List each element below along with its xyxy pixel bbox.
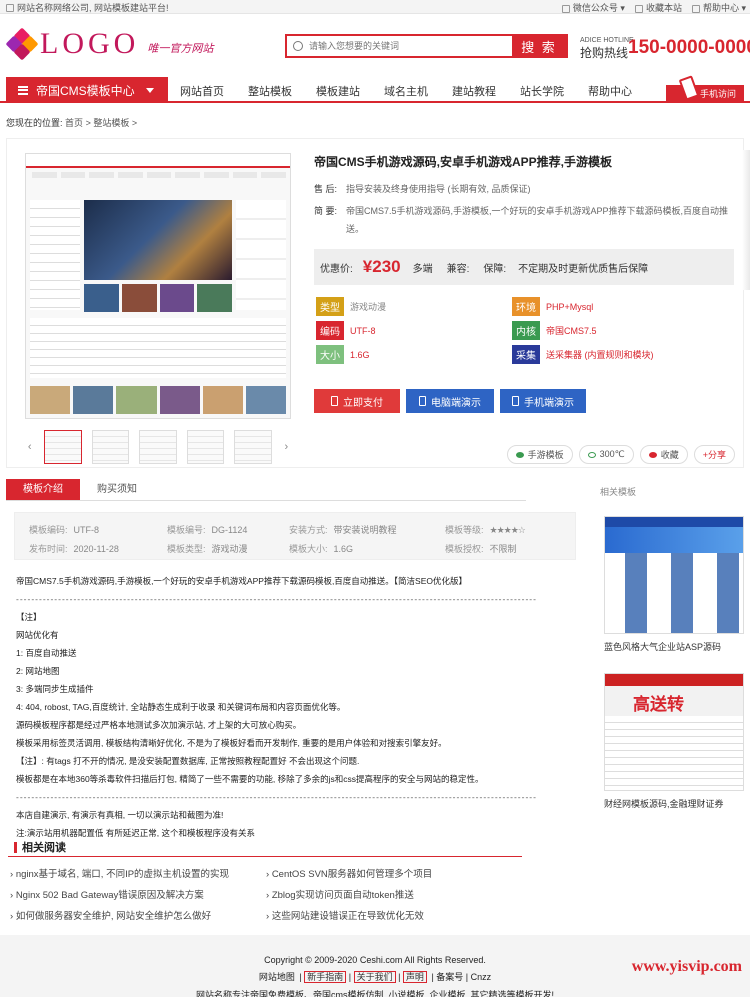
product-title: 帝国CMS手机游戏源码,安卓手机游戏APP推荐,手游模板 bbox=[314, 155, 613, 169]
footer-link-map[interactable]: 网站地图 bbox=[257, 972, 297, 982]
help-icon bbox=[691, 4, 700, 13]
list-item[interactable]: › CentOS SVN服务器如何管理多个项目 bbox=[266, 866, 432, 880]
share-bar: 手游模板 300℃ 收藏 +分享 bbox=[506, 445, 735, 464]
monitor-icon bbox=[419, 396, 426, 406]
logo[interactable]: LOGO 唯一官方网站 bbox=[5, 27, 214, 61]
banner-text: 高送转 bbox=[633, 695, 684, 714]
price-box: 优惠价: ¥230 多端 兼容: 保障: 不定期及时更新优质售后保障 bbox=[314, 249, 734, 285]
footer-link-statement[interactable]: 声明 bbox=[402, 971, 427, 983]
watermark: www.yisvip.com bbox=[631, 958, 742, 975]
search-bar: 搜 索 bbox=[285, 34, 568, 58]
list-item[interactable]: › Nginx 502 Bad Gateway错误原因及解决方案 bbox=[10, 887, 204, 901]
caret-down-icon bbox=[146, 88, 154, 93]
nav-item-templates[interactable]: 整站模板 bbox=[248, 83, 292, 99]
pc-demo-button[interactable]: 电脑端演示 bbox=[406, 389, 494, 413]
cart-icon bbox=[331, 396, 338, 406]
favorite-link[interactable]: 收藏本站 bbox=[634, 1, 682, 14]
share-pill[interactable]: +分享 bbox=[693, 445, 735, 464]
rating-stars: ★★★★☆ bbox=[489, 525, 526, 535]
related-card-title: 财经网模板源码,金融理财证券 bbox=[604, 799, 724, 809]
heart-icon bbox=[648, 451, 657, 458]
thumbnail[interactable] bbox=[186, 430, 225, 464]
list-item[interactable]: › 这些网站建设错误正在导致优化无效 bbox=[266, 908, 424, 922]
logo-text: LOGO bbox=[40, 27, 140, 60]
logo-slogan: 唯一官方网站 bbox=[147, 43, 214, 55]
mobile-demo-button[interactable]: 手机端演示 bbox=[500, 389, 586, 413]
price: ¥230 bbox=[362, 257, 401, 276]
nav-item-academy[interactable]: 站长学院 bbox=[520, 83, 564, 99]
nav-item-home[interactable]: 网站首页 bbox=[180, 83, 224, 99]
footer-icp: | 备案号 | Cnzz bbox=[431, 972, 492, 982]
top-welcome: 网站名称网络公司, 网站模板建站平台! bbox=[17, 3, 169, 13]
thumbnail[interactable] bbox=[44, 430, 82, 464]
template-description: 帝国CMS7.5手机游戏源码,手游模板,一个好玩的安卓手机游戏APP推荐下载源码… bbox=[16, 576, 537, 838]
thumbnail[interactable] bbox=[91, 430, 130, 464]
side-scroll-shadow bbox=[742, 150, 750, 290]
service-value: 指导安装及终身使用指导 (长期有效, 品质保证) bbox=[346, 184, 531, 194]
search-button[interactable]: 搜 索 bbox=[512, 36, 566, 56]
list-item[interactable]: › Zblog实现访问页面自动token推送 bbox=[266, 887, 414, 901]
thumbnail[interactable] bbox=[139, 430, 177, 464]
search-input[interactable] bbox=[287, 36, 512, 56]
template-meta: 模板编码: UTF-8 模板编号: DG-1124 安装方式: 带安装说明教程 模板等… bbox=[14, 512, 576, 560]
action-buttons: 立即支付 电脑端演示 手机端演示 bbox=[314, 389, 586, 413]
tab-notice[interactable]: 购买须知 bbox=[80, 479, 154, 500]
site-header: LOGO 唯一官方网站 搜 索 ADICE HOTLINE 抢购热线 150-0… bbox=[0, 15, 750, 75]
related-templates-heading: 相关模板 bbox=[600, 487, 637, 497]
favorite-pill[interactable]: 收藏 bbox=[639, 445, 688, 464]
guarantee-value: 不定期及时更新优质售后保障 bbox=[518, 263, 649, 275]
menu-icon bbox=[18, 85, 28, 95]
heart-icon bbox=[634, 4, 643, 13]
footer-link-about[interactable]: 关于我们 bbox=[353, 971, 396, 983]
views-pill: 300℃ bbox=[578, 445, 634, 464]
thumbnail-strip: ‹ › bbox=[25, 429, 291, 465]
footer-note: 网站名称专注帝国免费模板、帝国cms模板仿制, 小说模板, 企业模板, 其它精选… bbox=[195, 990, 554, 997]
chevron-right-icon[interactable]: › bbox=[282, 441, 291, 453]
product-info: 帝国CMS手机游戏源码,安卓手机游戏APP推荐,手游模板 售 后: 指导安装及终身… bbox=[314, 153, 734, 238]
hotline-number: 150-0000-0000 bbox=[628, 37, 750, 58]
product-preview-image[interactable] bbox=[25, 153, 291, 419]
eye-icon bbox=[587, 451, 596, 458]
main-nav: 帝国CMS模板中心 网站首页 整站模板 模板建站 域名主机 建站教程 站长学院 … bbox=[0, 75, 750, 103]
related-card[interactable]: 蓝色风格大气企业站ASP源码 bbox=[604, 516, 744, 653]
breadcrumb-home[interactable]: 首页 bbox=[65, 118, 83, 128]
category-dropdown[interactable]: 帝国CMS模板中心 bbox=[6, 77, 168, 103]
related-card-image bbox=[604, 516, 744, 634]
help-link[interactable]: 帮助中心 ▾ bbox=[691, 1, 746, 14]
tag-pill[interactable]: 手游模板 bbox=[506, 445, 573, 464]
summary-value: 帝国CMS7.5手机游戏源码,手游模板,一个好玩的安卓手机游戏APP推荐下载源码… bbox=[346, 206, 729, 234]
related-card-image: 高送转 bbox=[604, 673, 744, 791]
search-icon bbox=[293, 41, 303, 51]
tab-intro[interactable]: 模板介绍 bbox=[6, 479, 80, 500]
thumbnail[interactable] bbox=[234, 430, 272, 464]
list-item[interactable]: › 如何做服务器安全维护, 网站安全维护怎么做好 bbox=[10, 908, 211, 922]
list-item[interactable]: › nginx基于域名, 端口, 不同IP的虚拟主机设置的实现 bbox=[10, 866, 229, 880]
related-card-title: 蓝色风格大气企业站ASP源码 bbox=[604, 642, 722, 652]
site-icon bbox=[6, 3, 14, 12]
hotline: ADICE HOTLINE 抢购热线 150-0000-0000 bbox=[580, 37, 750, 61]
mobile-icon bbox=[512, 396, 519, 406]
breadcrumb-current[interactable]: 整站模板 bbox=[93, 118, 129, 128]
buy-button[interactable]: 立即支付 bbox=[314, 389, 400, 413]
related-reading-heading: 相关阅读 bbox=[8, 839, 522, 857]
nav-item-tutorials[interactable]: 建站教程 bbox=[452, 83, 496, 99]
detail-tabs: 模板介绍 购买须知 bbox=[6, 479, 526, 501]
nav-item-hosting[interactable]: 域名主机 bbox=[384, 83, 428, 99]
nav-item-help[interactable]: 帮助中心 bbox=[588, 83, 632, 99]
related-card[interactable]: 高送转 财经网模板源码,金融理财证券 bbox=[604, 673, 744, 810]
tag-icon bbox=[515, 451, 524, 458]
top-bar: 网站名称网络公司, 网站模板建站平台! 微信公众号 ▾ 收藏本站 帮助中心 ▾ bbox=[0, 0, 750, 14]
breadcrumb: 您现在的位置: 首页 > 整站模板 > bbox=[6, 118, 138, 128]
mobile-visit-button[interactable]: 手机访问 bbox=[666, 85, 744, 103]
nav-item-build[interactable]: 模板建站 bbox=[316, 83, 360, 99]
wechat-link[interactable]: 微信公众号 ▾ bbox=[561, 1, 625, 14]
chevron-left-icon[interactable]: ‹ bbox=[25, 441, 34, 453]
logo-flower-icon bbox=[5, 27, 39, 61]
wechat-icon bbox=[561, 4, 570, 13]
footer-link-guide[interactable]: 新手指南 bbox=[304, 971, 347, 983]
product-panel: ‹ › 帝国CMS手机游戏源码,安卓手机游戏APP推荐,手游模板 售 后: 指导安… bbox=[6, 138, 744, 468]
